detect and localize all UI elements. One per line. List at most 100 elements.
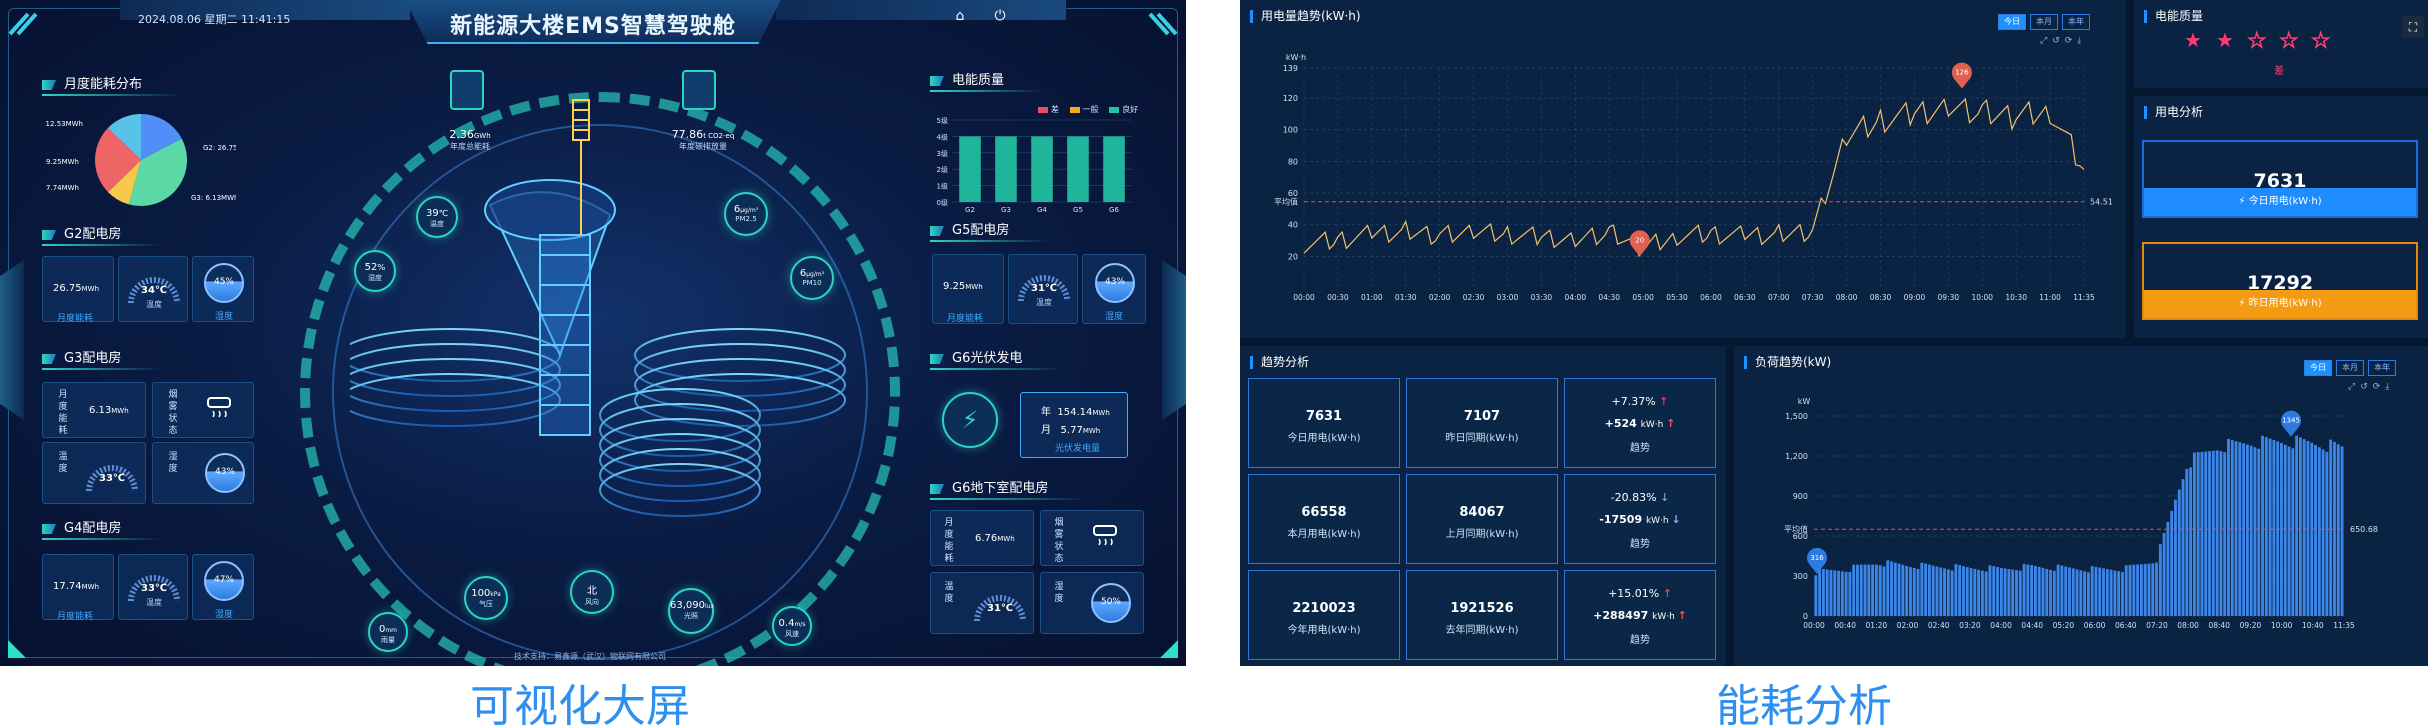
load-bar (2291, 448, 2295, 616)
yesterday-usage-card: 17292 ⚡ 昨日用电(kW·h) (2142, 242, 2418, 320)
load-bar (2185, 468, 2189, 616)
max-marker-label: 1345 (2282, 417, 2300, 425)
zoom-icon[interactable]: ⤢ (2040, 36, 2047, 46)
x-tick-label: 04:00 (1564, 293, 1586, 302)
load-bar (2170, 510, 2174, 616)
load-bar (2208, 451, 2211, 616)
undo-icon[interactable]: ↺ (2052, 36, 2060, 46)
x-tick-label: 04:40 (2021, 621, 2043, 630)
fullscreen-icon[interactable]: ⛶ (2402, 16, 2424, 38)
load-bar (1924, 563, 1928, 616)
load-bar (2295, 435, 2299, 616)
load-bar (1848, 571, 1852, 616)
tab-year[interactable]: 本年 (2368, 360, 2396, 376)
x-tick-label: 01:00 (1361, 293, 1383, 302)
g3-humidity-card: 湿度 43% (152, 442, 254, 504)
load-bar (2264, 437, 2268, 616)
center-metric2: 77.86t CO2-eq 年度碳排放量 (671, 128, 735, 151)
load-bar (2174, 499, 2177, 616)
g4-temp-card: 33℃ 温度 (118, 554, 188, 620)
tab-month[interactable]: 本月 (2030, 14, 2058, 30)
x-tick-label: 09:20 (2240, 621, 2262, 630)
load-bar (2223, 452, 2227, 616)
load-bar (1867, 564, 1871, 616)
y-tick-label: 20 (1288, 252, 1298, 261)
stat-label: 本月用电(kW·h) (1287, 529, 1361, 540)
x-tick-label: 11:35 (2073, 293, 2095, 302)
y-unit-label: kW·h (1286, 53, 1306, 62)
x-tick-label: G5 (1073, 206, 1083, 214)
today-usage-card: 7631 ⚡ 今日用电(kW·h) (2142, 140, 2418, 218)
x-tick-label: 08:00 (2177, 621, 2199, 630)
previous-stat-card: 84067 上月同期(kW·h) (1406, 474, 1558, 564)
load-bar (2071, 568, 2075, 616)
x-tick-label: 02:30 (1463, 293, 1485, 302)
x-tick-label: 07:20 (2146, 621, 2168, 630)
y-tick-label: 900 (1793, 492, 1808, 501)
load-bar (2022, 564, 2026, 616)
load-bar (1905, 565, 1909, 616)
restore-icon[interactable]: ⟳ (2065, 36, 2073, 46)
home-icon[interactable]: ⌂ (952, 8, 968, 24)
load-bar (2068, 567, 2071, 616)
pv-lightning-icon: ⚡ (942, 392, 998, 448)
x-tick-label: G4 (1037, 206, 1047, 214)
delta-value: +524 (1604, 417, 1641, 430)
power-icon[interactable]: ⏻ (992, 8, 1008, 24)
x-tick-label: 10:30 (2005, 293, 2027, 302)
load-bar (2056, 564, 2060, 616)
load-bar (1821, 568, 1825, 616)
usage-analysis-title: 用电分析 (2144, 106, 2203, 119)
delta-value: -17509 (1599, 513, 1646, 526)
load-bar (2166, 521, 2170, 616)
stat-value: 66558 (1301, 505, 1347, 520)
tab-month[interactable]: 本月 (2336, 360, 2364, 376)
load-trend-title: 负荷趋势(kW) (1744, 356, 1831, 369)
x-tick-label: 00:40 (1834, 621, 1856, 630)
y-tick-label: 60 (1288, 189, 1298, 198)
load-bar (1969, 568, 1973, 616)
load-bar (2189, 467, 2193, 616)
load-bar (2041, 567, 2045, 616)
page-title: 新能源大楼EMS智慧驾驶舱 (450, 14, 736, 39)
stat-label: 上月同期(kW·h) (1445, 529, 1519, 540)
pie-label: G3: 6.13MWh (191, 194, 236, 202)
load-bar (2321, 449, 2325, 616)
tab-today[interactable]: 今日 (2304, 360, 2332, 376)
load-bar (2196, 452, 2200, 616)
y-tick-label: 120 (1283, 94, 1298, 103)
load-bar (2128, 564, 2132, 616)
load-bar (2253, 447, 2257, 616)
load-bar (2045, 568, 2049, 616)
g5-temp-gauge: 31℃ 温度 (1015, 269, 1073, 307)
current-stat-card: 7631 今日用电(kW·h) (1248, 378, 1400, 468)
tab-year[interactable]: 本年 (2062, 14, 2090, 30)
tab-today[interactable]: 今日 (1998, 14, 2026, 30)
load-bar (2314, 445, 2317, 616)
avg-value: 650.68 (2350, 525, 2378, 534)
load-bar (1886, 560, 1890, 616)
g2-humidity-card: 45% 湿度 (192, 256, 254, 322)
caption-right: 能耗分析 (1716, 681, 1892, 728)
load-bar (1999, 567, 2003, 616)
load-bar (2230, 440, 2234, 616)
pie-label: G4: 17.74MWh (46, 184, 79, 192)
delta-change: +288497 kW·h ↑ (1565, 609, 1715, 622)
download-icon[interactable]: ⤓ (2077, 36, 2081, 46)
corner-deco-tl (8, 12, 38, 36)
x-tick-label: 03:20 (1959, 621, 1981, 630)
load-bar (2211, 450, 2215, 616)
stat-value: 1921526 (1450, 601, 1514, 616)
change-stat-card: -20.83% ↓ -17509 kW·h ↓ 趋势 (1564, 474, 1716, 564)
arrow-icon: ↑ (1662, 587, 1672, 600)
load-bar (2139, 564, 2143, 616)
g4-humidity-card: 47% 湿度 (192, 554, 254, 620)
load-bar (1844, 571, 1848, 616)
x-tick-label: G6 (1109, 206, 1119, 214)
building-illustration (350, 99, 846, 517)
load-bar (2200, 451, 2204, 616)
load-bar (2086, 572, 2090, 616)
load-bar (1950, 570, 1954, 616)
avg-label: 平均值 (1784, 524, 1808, 534)
load-bar (2026, 564, 2030, 616)
